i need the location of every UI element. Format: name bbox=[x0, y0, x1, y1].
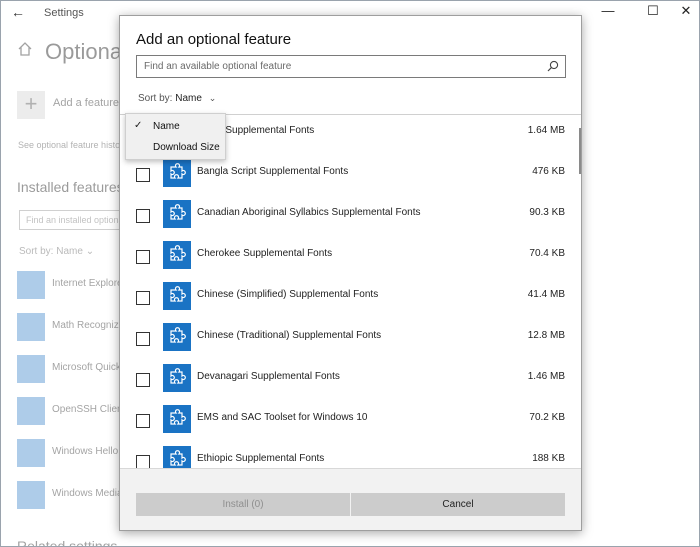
list-scrollbar[interactable] bbox=[579, 128, 581, 174]
feature-size: 188 KB bbox=[532, 453, 565, 464]
feature-checkbox[interactable] bbox=[136, 168, 150, 182]
feature-row[interactable]: EMS and SAC Toolset for Windows 10 70.2 K… bbox=[120, 402, 581, 443]
feature-name: Bangla Script Supplemental Fonts bbox=[197, 166, 349, 177]
feature-size: 12.8 MB bbox=[527, 330, 565, 341]
feature-row[interactable]: Bangla Script Supplemental Fonts 476 KB bbox=[120, 156, 581, 197]
related-settings-heading: Related settings bbox=[17, 538, 118, 547]
installed-sort-value: Name bbox=[56, 246, 83, 257]
dialog-footer: Install (0) Cancel bbox=[120, 468, 581, 530]
feature-row[interactable]: Cherokee Supplemental Fonts 70.4 KB bbox=[120, 238, 581, 279]
plus-icon: + bbox=[17, 91, 45, 119]
feature-checkbox[interactable] bbox=[136, 332, 150, 346]
add-feature-dialog: Add an optional feature Sort by: Name ⌄ … bbox=[119, 15, 582, 531]
puzzle-piece-icon bbox=[163, 405, 191, 433]
sort-dropdown[interactable]: Sort by: Name ⌄ bbox=[138, 93, 216, 104]
feature-row[interactable]: Devanagari Supplemental Fonts 1.46 MB bbox=[120, 361, 581, 402]
sort-menu-item-label: Name bbox=[153, 121, 180, 132]
sort-menu-item[interactable]: ✓ Name bbox=[126, 116, 225, 137]
feature-row[interactable]: Canadian Aboriginal Syllabics Supplement… bbox=[120, 197, 581, 238]
feature-size: 90.3 KB bbox=[529, 207, 565, 218]
feature-row[interactable]: Chinese (Traditional) Supplemental Fonts… bbox=[120, 320, 581, 361]
feature-name: EMS and SAC Toolset for Windows 10 bbox=[197, 412, 368, 423]
sort-label: Sort by: bbox=[138, 93, 173, 104]
install-button[interactable]: Install (0) bbox=[136, 493, 350, 516]
feature-name: Chinese (Simplified) Supplemental Fonts bbox=[197, 289, 379, 300]
feature-checkbox[interactable] bbox=[136, 250, 150, 264]
installed-item-name: OpenSSH Client bbox=[52, 404, 126, 415]
dialog-title: Add an optional feature bbox=[136, 31, 292, 48]
app-title: Settings bbox=[44, 7, 84, 19]
chevron-down-icon: ⌄ bbox=[85, 246, 95, 257]
feature-name: Canadian Aboriginal Syllabics Supplement… bbox=[197, 207, 421, 218]
installed-search-input[interactable]: Find an installed optional feature bbox=[19, 210, 123, 230]
feature-size: 1.64 MB bbox=[527, 125, 565, 136]
feature-name: Ethiopic Supplemental Fonts bbox=[197, 453, 325, 464]
feature-search-input[interactable] bbox=[137, 56, 537, 77]
search-icon[interactable] bbox=[547, 60, 559, 72]
home-icon[interactable] bbox=[17, 41, 33, 57]
feature-icon bbox=[17, 481, 45, 509]
feature-size: 476 KB bbox=[532, 166, 565, 177]
feature-icon bbox=[17, 397, 45, 425]
sort-menu: ✓ Name Download Size bbox=[125, 113, 226, 160]
feature-checkbox[interactable] bbox=[136, 291, 150, 305]
minimize-icon[interactable]: — bbox=[593, 3, 623, 18]
sort-value: Name bbox=[175, 93, 202, 104]
puzzle-piece-icon bbox=[163, 200, 191, 228]
puzzle-piece-icon bbox=[163, 241, 191, 269]
feature-icon bbox=[17, 271, 45, 299]
feature-icon bbox=[17, 313, 45, 341]
feature-size: 1.46 MB bbox=[527, 371, 565, 382]
feature-checkbox[interactable] bbox=[136, 373, 150, 387]
feature-search-box bbox=[136, 55, 566, 78]
feature-checkbox[interactable] bbox=[136, 455, 150, 468]
chevron-down-icon: ⌄ bbox=[208, 93, 217, 103]
feature-checkbox[interactable] bbox=[136, 209, 150, 223]
feature-size: 70.2 KB bbox=[529, 412, 565, 423]
installed-item-name: Math Recognizer bbox=[52, 320, 128, 331]
installed-sort-label: Sort by: bbox=[19, 246, 54, 257]
feature-icon bbox=[17, 355, 45, 383]
feature-icon bbox=[17, 439, 45, 467]
close-icon[interactable]: ✕ bbox=[671, 3, 699, 19]
puzzle-piece-icon bbox=[163, 446, 191, 468]
back-arrow-icon[interactable]: ← bbox=[11, 4, 25, 20]
add-feature-label: Add a feature bbox=[53, 97, 120, 109]
puzzle-piece-icon bbox=[163, 364, 191, 392]
sort-menu-item-label: Download Size bbox=[153, 142, 220, 153]
history-link[interactable]: See optional feature history bbox=[18, 140, 128, 150]
puzzle-piece-icon bbox=[163, 282, 191, 310]
cancel-button[interactable]: Cancel bbox=[351, 493, 565, 516]
puzzle-piece-icon bbox=[163, 159, 191, 187]
installed-heading: Installed features bbox=[17, 179, 124, 195]
feature-size: 70.4 KB bbox=[529, 248, 565, 259]
feature-row[interactable]: Ethiopic Supplemental Fonts 188 KB bbox=[120, 443, 581, 468]
feature-name: Chinese (Traditional) Supplemental Fonts bbox=[197, 330, 382, 341]
feature-name: Devanagari Supplemental Fonts bbox=[197, 371, 340, 382]
maximize-icon[interactable]: ☐ bbox=[638, 3, 668, 19]
feature-size: 41.4 MB bbox=[527, 289, 565, 300]
puzzle-piece-icon bbox=[163, 323, 191, 351]
checkmark-icon: ✓ bbox=[134, 120, 143, 131]
feature-name: Cherokee Supplemental Fonts bbox=[197, 248, 333, 259]
installed-sort-control[interactable]: Sort by: Name ⌄ bbox=[19, 246, 94, 257]
feature-row[interactable]: Chinese (Simplified) Supplemental Fonts 4… bbox=[120, 279, 581, 320]
feature-list: Script Supplemental Fonts 1.64 MB Bangla S… bbox=[120, 115, 581, 468]
feature-checkbox[interactable] bbox=[136, 414, 150, 428]
sort-menu-item[interactable]: Download Size bbox=[126, 137, 225, 158]
